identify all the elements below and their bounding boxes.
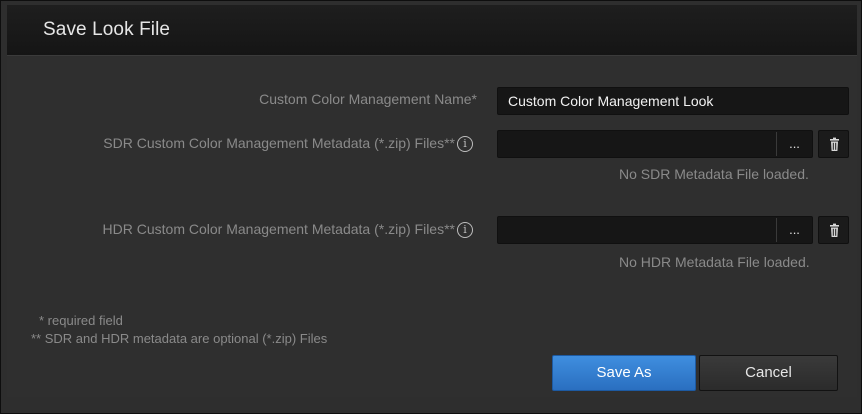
cancel-button[interactable]: Cancel <box>699 355 838 391</box>
hdr-metadata-label: HDR Custom Color Management Metadata (*.… <box>102 221 455 237</box>
trash-icon <box>830 137 839 151</box>
hdr-metadata-file-input[interactable]: ... <box>497 216 813 244</box>
hdr-info-icon[interactable]: i <box>457 222 473 238</box>
save-as-button[interactable]: Save As <box>552 355 696 391</box>
hdr-delete-button[interactable] <box>818 216 849 244</box>
sdr-metadata-file-input[interactable]: ... <box>497 130 813 158</box>
dialog-content: Custom Color Management Name* Custom Col… <box>7 57 857 397</box>
sdr-browse-button[interactable]: ... <box>776 132 812 156</box>
dialog-title: Save Look File <box>43 19 171 40</box>
name-input[interactable]: Custom Color Management Look <box>497 87 849 115</box>
sdr-delete-button[interactable] <box>818 130 849 158</box>
sdr-metadata-label: SDR Custom Color Management Metadata (*.… <box>103 135 455 151</box>
name-label: Custom Color Management Name* <box>259 91 477 107</box>
trash-icon <box>830 223 839 237</box>
optional-files-note: ** SDR and HDR metadata are optional (*.… <box>31 331 328 346</box>
hdr-status-text: No HDR Metadata File loaded. <box>619 254 810 270</box>
required-field-note: * required field <box>39 313 123 328</box>
sdr-status-text: No SDR Metadata File loaded. <box>619 166 809 182</box>
dialog-title-bar: Save Look File <box>7 5 857 56</box>
name-input-value: Custom Color Management Look <box>508 93 714 109</box>
hdr-browse-button[interactable]: ... <box>776 218 812 242</box>
sdr-info-icon[interactable]: i <box>457 136 473 152</box>
save-look-file-dialog: Save Look File Custom Color Management N… <box>0 0 862 414</box>
